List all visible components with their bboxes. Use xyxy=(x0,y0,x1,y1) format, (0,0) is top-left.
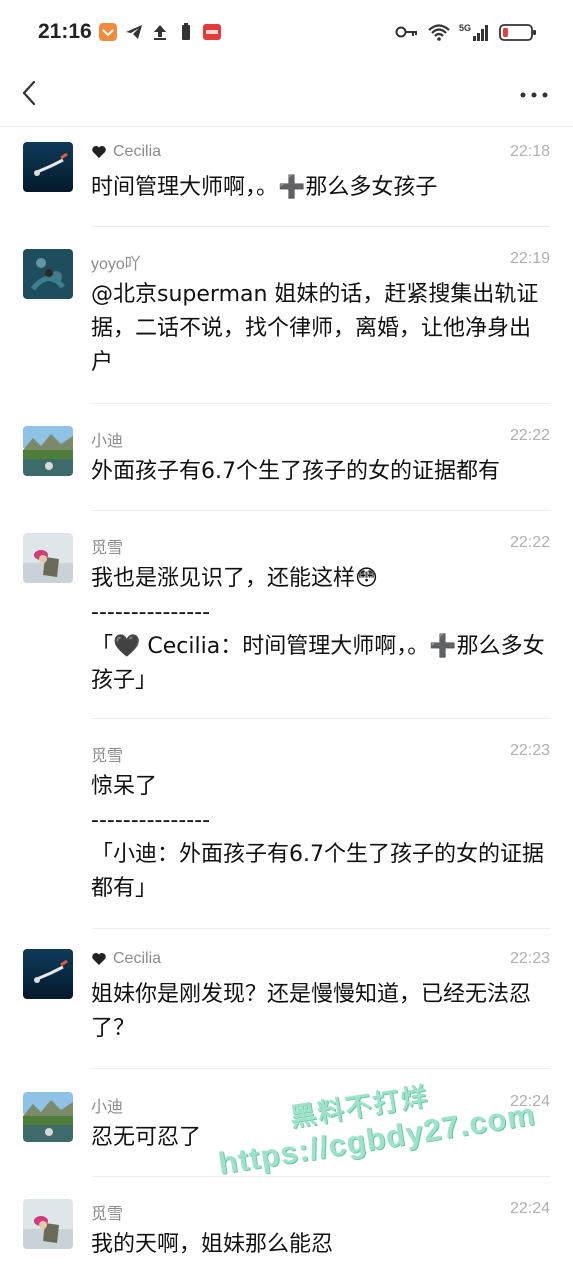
network-type: 5G xyxy=(459,23,471,33)
avatar[interactable] xyxy=(23,1092,73,1142)
quoted-comment: 「小迪：外面孩子有6.7个生了孩子的女的证据都有」 xyxy=(91,842,544,901)
username-text: 小迪 xyxy=(91,433,124,450)
black-heart-icon xyxy=(92,953,106,965)
divider xyxy=(91,226,550,227)
username-text: 小迪 xyxy=(91,1099,124,1116)
avatar[interactable] xyxy=(23,949,73,999)
comment-time: 22:22 xyxy=(509,427,550,444)
comment-time: 22:23 xyxy=(509,742,550,759)
comment-time: 22:19 xyxy=(509,250,550,267)
app-notification-icon xyxy=(98,22,118,42)
quote-separator: --------------- xyxy=(91,600,211,625)
system-icons: 5G xyxy=(395,22,537,46)
comment-text: 外面孩子有6.7个生了孩子的女的证据都有 xyxy=(91,459,500,484)
quote-separator: --------------- xyxy=(91,808,211,833)
back-arrow-icon[interactable] xyxy=(16,78,46,108)
app-badge-icon xyxy=(202,22,222,42)
username-text: 觅雪 xyxy=(91,1206,124,1223)
username[interactable]: 觅雪 xyxy=(91,1200,123,1224)
comment-text: 我也是涨见识了，还能这样😳 xyxy=(91,566,378,591)
username[interactable]: 小迪 xyxy=(91,427,123,451)
comment-text: 惊呆了 xyxy=(91,774,158,799)
avatar[interactable] xyxy=(23,249,73,299)
comment-time: 22:22 xyxy=(509,534,550,551)
divider xyxy=(91,928,550,929)
key-icon xyxy=(395,22,419,46)
username-text: Cecilia xyxy=(113,143,162,160)
username[interactable]: Cecilia xyxy=(91,950,161,968)
battery-icon xyxy=(499,22,537,46)
comment-text: @北京superman 姐妹的话，赶紧搜集出轨证据，二话不说，找个律师，离婚，让… xyxy=(91,282,539,375)
telegram-icon xyxy=(124,22,144,42)
avatar[interactable] xyxy=(23,426,73,476)
username-text: Cecilia xyxy=(113,950,162,967)
divider xyxy=(91,718,550,719)
top-navigation-bar xyxy=(0,66,573,127)
battery-saver-icon xyxy=(176,22,196,42)
username[interactable]: 小迪 xyxy=(91,1093,123,1117)
username[interactable]: 觅雪 xyxy=(91,534,123,558)
more-options-icon[interactable] xyxy=(519,80,549,110)
comment-time: 22:18 xyxy=(509,143,550,160)
avatar[interactable] xyxy=(23,1199,73,1249)
avatar[interactable] xyxy=(23,533,73,583)
divider xyxy=(91,403,550,404)
wifi-icon xyxy=(427,22,451,46)
notification-icons xyxy=(98,22,222,42)
divider xyxy=(91,1176,550,1177)
black-heart-icon xyxy=(92,146,106,158)
comment-text: 我的天啊，姐妹那么能忍 xyxy=(91,1232,334,1257)
avatar[interactable] xyxy=(23,142,73,192)
status-time: 21:16 xyxy=(38,20,92,43)
signal-icon: 5G xyxy=(459,22,491,46)
username-text: 觅雪 xyxy=(91,540,124,557)
comment-time: 22:24 xyxy=(509,1200,550,1217)
quoted-comment: 「🖤 Cecilia：时间管理大师啊，。➕那么多女孩子」 xyxy=(91,634,545,693)
status-bar: 21:16 5G xyxy=(0,0,573,66)
comment-time: 22:23 xyxy=(509,950,550,967)
username-text: 觅雪 xyxy=(91,748,124,765)
username[interactable]: 觅雪 xyxy=(91,742,123,766)
divider xyxy=(91,510,550,511)
watermark: 黑料不打烊 https://cgbdy27.com xyxy=(210,1060,538,1182)
comment-text: 时间管理大师啊，。➕那么多女孩子 xyxy=(91,175,438,200)
username-text: yoyo吖 xyxy=(91,256,141,273)
comment-text: 姐妹你是刚发现？还是慢慢知道，已经无法忍了？ xyxy=(91,982,532,1041)
username[interactable]: yoyo吖 xyxy=(91,250,141,274)
upload-icon xyxy=(150,22,170,42)
username[interactable]: Cecilia xyxy=(91,143,161,161)
